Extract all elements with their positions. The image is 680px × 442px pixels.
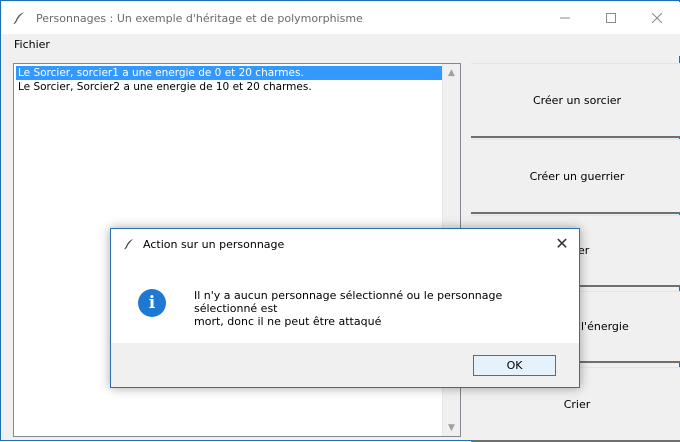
feather-icon [124, 238, 134, 250]
create-guerrier-label: Créer un guerrier [529, 169, 625, 183]
message-dialog: Action sur un personnage ✕ i Il n'y a au… [110, 228, 580, 388]
minimize-button[interactable] [542, 2, 588, 34]
ok-button[interactable]: OK [473, 355, 556, 376]
list-item[interactable]: Le Sorcier, Sorcier2 a une energie de 10… [16, 80, 442, 94]
dialog-title: Action sur un personnage [143, 238, 285, 251]
shout-label: Crier [563, 397, 591, 411]
menu-fichier[interactable]: Fichier [14, 38, 50, 51]
feather-icon [13, 12, 24, 25]
title-bar: Personnages : Un exemple d'héritage et d… [2, 2, 680, 34]
scroll-up-icon[interactable]: ▲ [443, 64, 460, 81]
ok-label: OK [506, 359, 523, 372]
maximize-button[interactable] [588, 2, 634, 34]
create-sorcier-button[interactable]: Créer un sorcier [471, 63, 680, 138]
menu-bar: Fichier [2, 34, 680, 56]
info-icon: i [138, 289, 166, 317]
minimize-icon [560, 17, 570, 19]
dialog-message: Il n'y a aucun personnage sélectionné ou… [194, 289, 503, 328]
dialog-footer: OK [111, 343, 579, 387]
close-button[interactable] [634, 2, 680, 34]
energy-label: l'énergie [581, 320, 629, 333]
list-item[interactable]: Le Sorcier, sorcier1 a une energie de 0 … [16, 66, 442, 80]
scroll-down-icon[interactable]: ▼ [443, 419, 460, 436]
close-icon [652, 13, 662, 23]
create-sorcier-label: Créer un sorcier [532, 93, 622, 107]
dialog-close-button[interactable]: ✕ [551, 232, 573, 254]
maximize-icon [606, 13, 616, 23]
create-guerrier-button[interactable]: Créer un guerrier [471, 139, 680, 214]
window-title: Personnages : Un exemple d'héritage et d… [36, 12, 363, 25]
